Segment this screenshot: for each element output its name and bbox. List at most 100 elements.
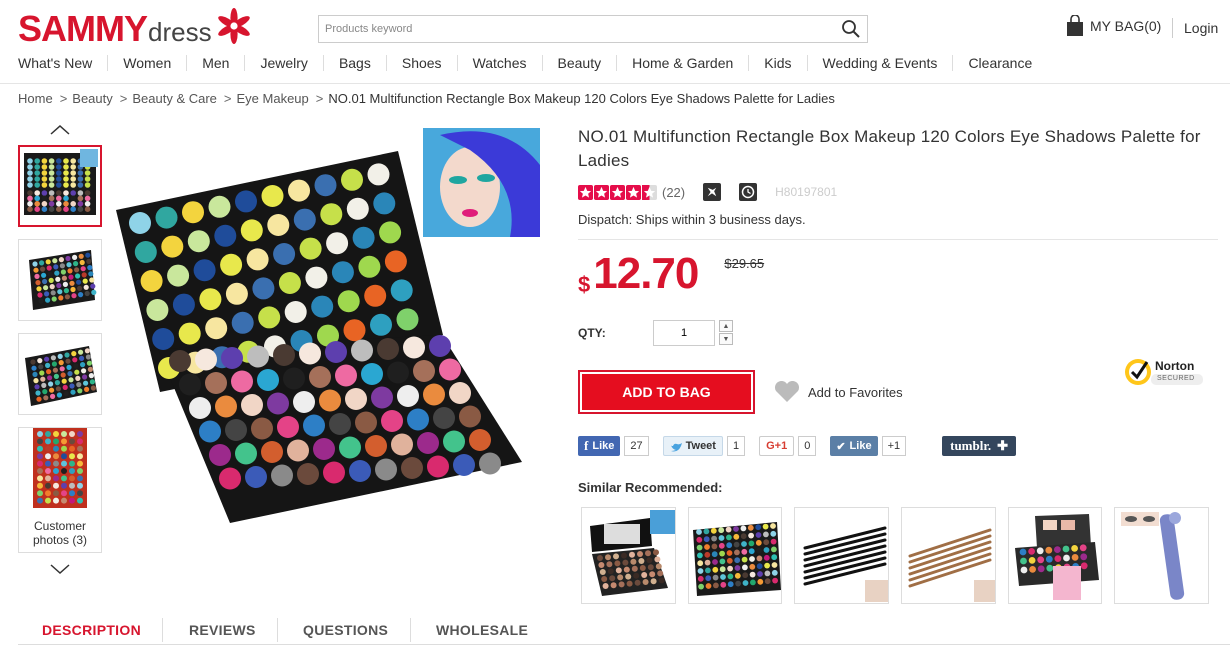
eyeshadow-pan	[78, 292, 84, 298]
tab-questions[interactable]: QUESTIONS	[303, 622, 388, 638]
eyeshadow-pan	[46, 369, 52, 375]
eyeshadow-pan	[169, 350, 191, 372]
eyeshadow-pan	[288, 179, 310, 202]
search-icon[interactable]	[841, 19, 861, 39]
breadcrumb-eye-makeup[interactable]: Eye Makeup	[237, 91, 309, 106]
logo-sub-text: dress	[148, 17, 212, 47]
thumbnail-1[interactable]	[18, 145, 102, 227]
eyeshadow-pan	[66, 262, 72, 268]
eyeshadow-pan	[69, 445, 75, 452]
similar-product-5[interactable]	[1007, 507, 1103, 604]
eyeshadow-pan	[80, 362, 86, 368]
eyeshadow-pan	[78, 253, 84, 259]
nav-beauty[interactable]: Beauty	[541, 55, 617, 71]
nav-bags[interactable]: Bags	[322, 55, 386, 71]
eyeshadow-pan	[33, 378, 39, 384]
google-plus-button[interactable]: G+1	[759, 436, 795, 456]
eyeshadow-pan	[747, 524, 754, 531]
eyeshadow-pan	[77, 190, 84, 196]
product-tabs: DESCRIPTION REVIEWS QUESTIONS WHOLESALE	[0, 610, 1230, 657]
site-logo[interactable]: SAMMY dress	[18, 8, 252, 48]
similar-product-1[interactable]	[581, 507, 676, 604]
eyeshadow-pan	[74, 267, 80, 273]
social-share-row: f Like 27 Tweet 1 G+1 0 ✔ Like +1 tumblr. ✚	[578, 436, 1218, 456]
eyeshadow-pan	[341, 168, 363, 191]
nav-men[interactable]: Men	[186, 55, 244, 71]
tab-wholesale[interactable]: WHOLESALE	[436, 622, 528, 638]
eyeshadow-pan	[68, 377, 74, 383]
eyeshadow-pan	[719, 566, 726, 573]
my-bag-link[interactable]: MY BAG(0)	[1066, 15, 1161, 37]
qty-increment-button[interactable]: ▲	[719, 320, 733, 332]
rating-stars[interactable]	[578, 184, 658, 200]
eyeshadow-pan	[53, 475, 59, 482]
eyeshadow-pan	[84, 195, 91, 202]
breadcrumb-beauty[interactable]: Beauty	[72, 91, 112, 106]
review-count[interactable]: (22)	[662, 185, 685, 200]
norton-secured-badge[interactable]: Norton SECURED	[1123, 354, 1205, 388]
login-link[interactable]: Login	[1184, 20, 1218, 36]
eyeshadow-pan	[623, 566, 630, 573]
nav-home-garden[interactable]: Home & Garden	[616, 55, 748, 71]
eyeshadow-pan	[146, 299, 169, 321]
gallery-down-arrow[interactable]	[18, 559, 102, 579]
eyeshadow-pan	[82, 374, 88, 380]
eyeshadow-pan	[303, 414, 325, 437]
nav-wedding-events[interactable]: Wedding & Events	[806, 55, 953, 71]
nav-clearance[interactable]: Clearance	[952, 55, 1047, 71]
nav-women[interactable]: Women	[107, 55, 186, 71]
eyeshadow-pan	[48, 190, 55, 196]
similar-product-6[interactable]	[1114, 507, 1210, 604]
customer-photos-thumbnail[interactable]: Customer photos (3)	[18, 427, 102, 553]
eyeshadow-pan	[27, 158, 33, 164]
tab-reviews[interactable]: REVIEWS	[189, 622, 256, 638]
eyeshadow-pan	[61, 453, 67, 460]
eyeshadow-pan	[61, 438, 67, 445]
thumbnail-3[interactable]	[18, 333, 102, 415]
search-input[interactable]	[319, 16, 819, 42]
nav-watches[interactable]: Watches	[456, 55, 542, 71]
nav-whats-new[interactable]: What's New	[18, 55, 107, 71]
similar-product-4[interactable]	[901, 507, 996, 604]
similar-product-3[interactable]	[794, 507, 890, 604]
vk-like-button[interactable]: ✔ Like	[830, 436, 878, 456]
product-sku: H80197801	[775, 185, 838, 199]
nav-jewelry[interactable]: Jewelry	[244, 55, 322, 71]
search-box	[318, 15, 868, 43]
qty-decrement-button[interactable]: ▼	[719, 333, 733, 345]
eyeshadow-pan	[1019, 557, 1027, 565]
eyeshadow-pan	[44, 356, 50, 362]
main-product-image[interactable]	[110, 125, 550, 555]
add-to-bag-button[interactable]: ADD TO BAG	[578, 370, 755, 414]
tab-description[interactable]: DESCRIPTION	[42, 622, 141, 638]
add-to-favorites-link[interactable]: Add to Favorites	[774, 381, 903, 403]
eyeshadow-pan	[718, 535, 725, 541]
quantity-input[interactable]	[653, 320, 715, 346]
breadcrumb-beauty-care[interactable]: Beauty & Care	[132, 91, 217, 106]
breadcrumb-home[interactable]: Home	[18, 91, 53, 106]
eyeshadow-pan	[642, 579, 649, 585]
eyeshadow-pan	[77, 497, 83, 504]
eyeshadow-pan	[61, 445, 67, 452]
star-icon	[594, 184, 609, 200]
gallery-up-arrow[interactable]	[18, 120, 102, 140]
nav-shoes[interactable]: Shoes	[385, 55, 457, 71]
tumblr-share-button[interactable]: tumblr. ✚	[942, 436, 1017, 456]
eyeshadow-pan	[704, 559, 711, 566]
eyeshadow-pan	[172, 293, 195, 316]
similar-product-2[interactable]	[687, 507, 783, 604]
thumbnail-2[interactable]	[18, 239, 102, 321]
facebook-like-button[interactable]: f Like	[578, 436, 621, 456]
eyeshadow-pan	[387, 361, 409, 384]
price-row: $ 12.70 $29.65	[578, 252, 1218, 302]
eyeshadow-pan	[37, 497, 43, 504]
nav-kids[interactable]: Kids	[748, 55, 806, 71]
eyeshadow-pan	[53, 453, 59, 460]
tweet-button[interactable]: Tweet	[662, 436, 723, 456]
eyeshadow-pan	[711, 551, 718, 558]
eyeshadow-pan	[199, 288, 222, 311]
eyeshadow-pan	[597, 555, 603, 561]
eyeshadow-pan	[335, 364, 357, 387]
eyeshadow-pan	[48, 158, 55, 164]
thumbnail-gallery: Customer photos (3)	[18, 120, 102, 579]
